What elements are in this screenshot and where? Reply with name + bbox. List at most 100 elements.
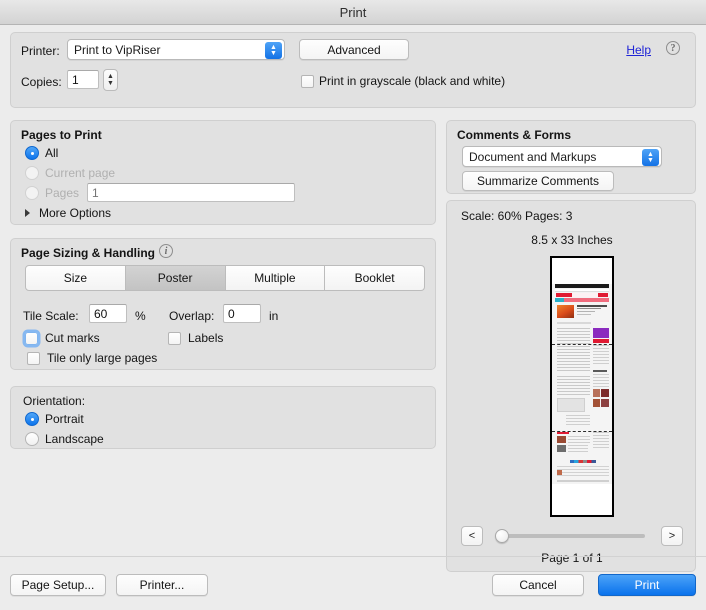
render-menu-active xyxy=(555,298,564,302)
previous-page-button[interactable]: < xyxy=(461,526,483,546)
tile-scale-unit: % xyxy=(135,309,146,323)
page-sizing-mode-segments[interactable]: Size Poster Multiple Booklet xyxy=(25,265,425,291)
info-circle-icon[interactable]: i xyxy=(159,244,173,258)
render-related-thumb xyxy=(557,436,566,443)
comments-forms-select[interactable]: Document and Markups ▲ ▼ xyxy=(462,146,662,167)
page-sizing-title: Page Sizing & Handling xyxy=(21,246,156,260)
cancel-button[interactable]: Cancel xyxy=(492,574,584,596)
preview-size-text: 8.5 x 33 Inches xyxy=(531,233,613,247)
help-link[interactable]: Help xyxy=(626,43,651,57)
overlap-input[interactable] xyxy=(223,304,261,323)
tile-divider-line xyxy=(552,344,612,345)
tile-scale-label: Tile Scale: xyxy=(23,309,79,323)
cut-marks-checkbox-box[interactable] xyxy=(25,331,38,345)
tile-only-large-checkbox-box[interactable] xyxy=(27,351,40,365)
labels-checkbox-box[interactable] xyxy=(168,331,181,345)
mode-booklet-button[interactable]: Booklet xyxy=(325,265,425,291)
next-page-button[interactable]: > xyxy=(661,526,683,546)
orientation-title: Orientation: xyxy=(23,394,86,408)
cut-marks-checkbox[interactable]: Cut marks xyxy=(25,331,100,345)
grayscale-checkbox[interactable]: Print in grayscale (black and white) xyxy=(301,74,505,88)
mode-size-button[interactable]: Size xyxy=(25,265,126,291)
page-setup-label: Page Setup... xyxy=(21,578,95,592)
stepper-up-icon[interactable]: ▲ xyxy=(107,73,114,80)
render-hero-image xyxy=(557,305,574,318)
radio-pages[interactable]: Pages xyxy=(25,186,79,200)
comments-forms-title: Comments & Forms xyxy=(457,128,572,142)
tile-scale-input[interactable] xyxy=(89,304,127,323)
labels-checkbox-label: Labels xyxy=(188,331,224,345)
previous-page-label: < xyxy=(468,530,476,542)
render-sidebar-heading xyxy=(593,370,607,372)
chevron-up-down-icon: ▲ ▼ xyxy=(265,42,282,59)
window-titlebar: Print xyxy=(0,0,706,25)
render-sidebar-thumb xyxy=(593,389,600,397)
render-brand-cta xyxy=(598,293,608,297)
render-byline xyxy=(577,311,595,312)
print-button[interactable]: Print xyxy=(598,574,696,596)
tile-divider-line xyxy=(552,431,612,432)
labels-checkbox[interactable]: Labels xyxy=(168,331,223,345)
print-preview-group: Scale: 60% Pages: 3 8.5 x 33 Inches < > … xyxy=(446,200,696,572)
stepper-down-icon[interactable]: ▼ xyxy=(107,80,114,87)
copies-input[interactable] xyxy=(67,70,99,89)
render-related-heading xyxy=(557,432,569,434)
summarize-comments-label: Summarize Comments xyxy=(476,174,600,188)
advanced-button[interactable]: Advanced xyxy=(299,39,409,60)
radio-current-page-indicator[interactable] xyxy=(25,166,39,180)
radio-portrait-indicator[interactable] xyxy=(25,412,39,426)
radio-landscape[interactable]: Landscape xyxy=(25,432,104,446)
summarize-comments-button[interactable]: Summarize Comments xyxy=(462,171,614,191)
render-related-text xyxy=(568,436,590,443)
render-subnav xyxy=(555,289,609,292)
printer-settings-label: Printer... xyxy=(139,578,185,592)
tile-only-large-checkbox-label: Tile only large pages xyxy=(47,351,158,365)
radio-current-page[interactable]: Current page xyxy=(25,166,115,180)
render-brand-logo xyxy=(556,293,572,297)
radio-pages-label: Pages xyxy=(45,186,80,200)
render-body-column-3 xyxy=(566,415,590,427)
render-share-row xyxy=(557,322,591,324)
page-slider-track[interactable] xyxy=(497,534,645,538)
radio-all-indicator[interactable] xyxy=(25,146,39,160)
printer-select[interactable]: Print to VipRiser ▲ ▼ xyxy=(67,39,285,60)
render-headline-2 xyxy=(577,308,601,309)
more-options-label: More Options xyxy=(39,206,112,220)
printer-group: Printer: Print to VipRiser ▲ ▼ Advanced H… xyxy=(10,32,696,108)
radio-pages-indicator[interactable] xyxy=(25,186,39,200)
page-setup-button[interactable]: Page Setup... xyxy=(10,574,106,596)
copies-label: Copies: xyxy=(21,75,62,89)
page-slider-knob[interactable] xyxy=(495,529,509,543)
radio-all[interactable]: All xyxy=(25,146,58,160)
grayscale-checkbox-box[interactable] xyxy=(301,74,314,88)
tile-only-large-checkbox[interactable]: Tile only large pages xyxy=(27,351,157,365)
radio-all-label: All xyxy=(45,146,59,160)
render-footer-social xyxy=(570,460,596,463)
pages-range-input[interactable] xyxy=(87,183,295,202)
question-circle-icon[interactable]: ? xyxy=(666,41,680,55)
mode-multiple-button[interactable]: Multiple xyxy=(225,265,326,291)
next-page-label: > xyxy=(668,530,676,542)
mode-poster-button[interactable]: Poster xyxy=(125,265,226,291)
mode-size-label: Size xyxy=(63,271,88,285)
mode-multiple-label: Multiple xyxy=(254,271,296,285)
render-body-column-2 xyxy=(557,376,590,396)
more-options-row[interactable]: More Options xyxy=(25,206,111,220)
printer-settings-button[interactable]: Printer... xyxy=(116,574,208,596)
overlap-label: Overlap: xyxy=(169,309,215,323)
disclosure-triangle-right-icon[interactable] xyxy=(25,209,30,217)
render-sidebar-links xyxy=(593,345,609,365)
radio-portrait[interactable]: Portrait xyxy=(25,412,84,426)
preview-document-render xyxy=(552,284,612,484)
render-headline xyxy=(577,305,607,307)
mode-poster-label: Poster xyxy=(157,271,193,285)
comments-forms-group: Comments & Forms Document and Markups ▲ ▼… xyxy=(446,120,696,194)
preview-page-sheet[interactable] xyxy=(550,256,614,517)
chevron-up-down-icon: ▲ ▼ xyxy=(642,149,659,166)
radio-landscape-indicator[interactable] xyxy=(25,432,39,446)
render-footer-thumb xyxy=(557,470,562,475)
print-button-label: Print xyxy=(634,578,660,592)
comments-forms-select-value: Document and Markups xyxy=(469,149,597,164)
copies-stepper[interactable]: ▲ ▼ xyxy=(103,69,118,91)
render-sidebar-promo-2 xyxy=(593,339,609,343)
